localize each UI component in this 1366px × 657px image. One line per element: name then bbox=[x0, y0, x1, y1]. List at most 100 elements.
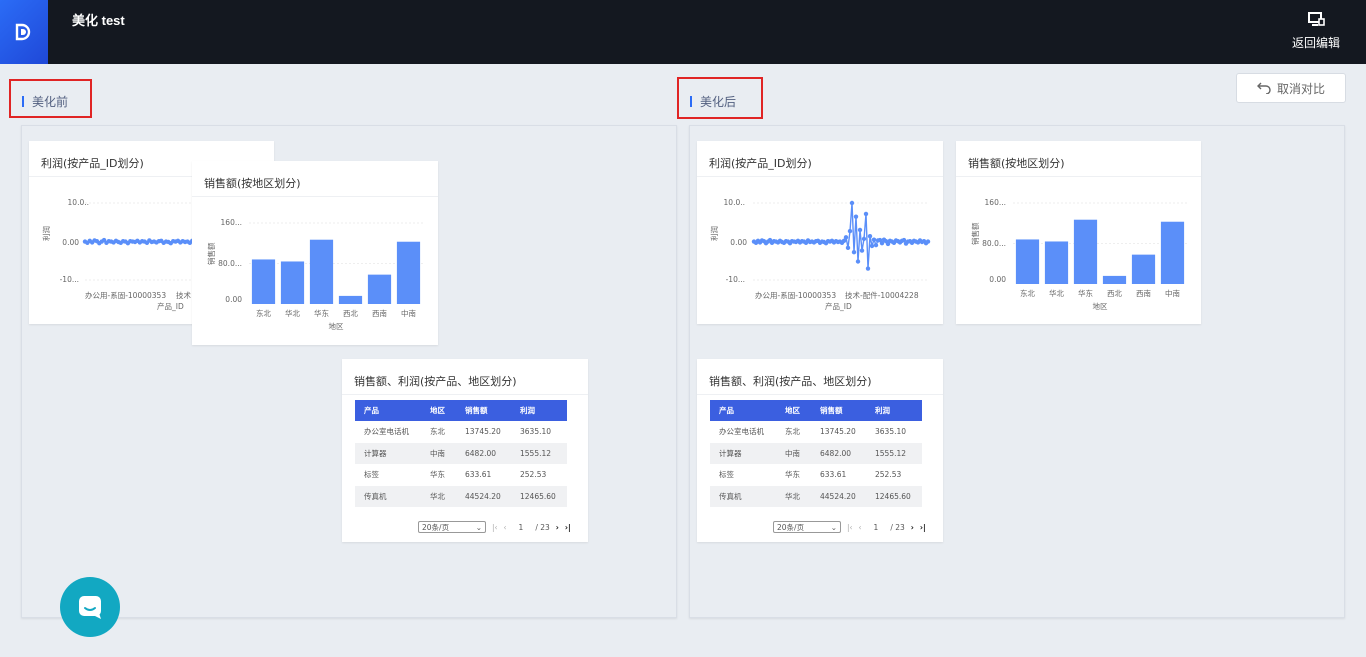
sales-x-label: 地区 bbox=[1093, 301, 1109, 311]
sales-chart-card[interactable]: 销售额(按地区划分) 东北 华北 华东 西北 西南 中南 160... 80.0... 0… bbox=[192, 161, 438, 345]
profit-chart: 10.0.. 0.00 -10... 利润 办公用-系固-10000353 技术… bbox=[709, 198, 931, 311]
profit-point[interactable] bbox=[869, 243, 875, 249]
table-cell: 办公室电话机 bbox=[364, 427, 409, 437]
prev-page-icon[interactable]: ‹ bbox=[859, 523, 862, 532]
sales-y-tick: 80.0... bbox=[982, 239, 1006, 248]
x-tick-label: 西北 bbox=[343, 309, 358, 318]
bar-西北[interactable] bbox=[338, 295, 363, 304]
bar-华北[interactable] bbox=[1044, 241, 1069, 284]
cancel-compare-button[interactable]: 取消对比 bbox=[1236, 73, 1346, 103]
last-page-icon[interactable]: ›| bbox=[920, 523, 926, 532]
table-cell: 13745.20 bbox=[465, 427, 501, 437]
next-page-icon[interactable]: › bbox=[556, 523, 559, 532]
profit-point[interactable] bbox=[855, 259, 861, 264]
header-cell[interactable]: 利润 bbox=[875, 405, 922, 416]
table-cell: 12465.60 bbox=[875, 491, 911, 501]
table-cell: 1555.12 bbox=[875, 448, 907, 458]
sales-y-tick: 0.00 bbox=[225, 295, 242, 304]
bar-西南[interactable] bbox=[367, 274, 392, 304]
header-cell[interactable]: 地区 bbox=[785, 405, 820, 416]
prev-page-icon[interactable]: ‹ bbox=[504, 523, 507, 532]
profit-chart-card[interactable]: 利润(按产品_ID划分) 10.0.. 0.00 -10... 利润 办公用-系… bbox=[697, 141, 943, 324]
profit-y-tick: -10... bbox=[726, 275, 745, 284]
last-page-icon[interactable]: ›| bbox=[565, 523, 571, 532]
table-cell: 44524.20 bbox=[820, 491, 856, 501]
header-cell[interactable]: 利润 bbox=[520, 405, 567, 416]
table-cell: 计算器 bbox=[719, 448, 742, 458]
bar-东北[interactable] bbox=[1015, 239, 1040, 284]
profit-point[interactable] bbox=[859, 248, 865, 253]
x-tick-label: 中南 bbox=[1165, 288, 1181, 298]
profit-point[interactable] bbox=[857, 227, 863, 233]
profit-point[interactable] bbox=[873, 242, 879, 248]
table-card[interactable]: 销售额、利润(按产品、地区划分) 产品 地区 销售额 利润 办公室电话机 东北 … bbox=[342, 359, 588, 542]
table-cell: 44524.20 bbox=[465, 491, 501, 501]
back-to-edit-button[interactable]: 返回编辑 bbox=[1288, 12, 1344, 51]
brand-logo-icon[interactable] bbox=[0, 0, 48, 64]
profit-point[interactable] bbox=[867, 233, 873, 239]
first-page-icon[interactable]: |‹ bbox=[492, 523, 498, 532]
profit-point[interactable] bbox=[851, 249, 857, 255]
header-cell[interactable]: 产品 bbox=[710, 405, 785, 416]
sales-chart-card[interactable]: 销售额(按地区划分) 东北 华北 华东 西北 西南 中南 160... 80.0... 0… bbox=[956, 141, 1201, 324]
profit-point[interactable] bbox=[847, 228, 853, 234]
header-cell[interactable]: 销售额 bbox=[820, 405, 875, 416]
next-page-icon[interactable]: › bbox=[911, 523, 914, 532]
sales-y-label: 销售额 bbox=[206, 242, 216, 265]
x-tick-label: 东北 bbox=[1020, 288, 1036, 298]
profit-point[interactable] bbox=[871, 237, 877, 242]
sales-y-tick: 160... bbox=[985, 198, 1006, 207]
bar-西南[interactable] bbox=[1131, 254, 1156, 284]
sales-y-tick: 160... bbox=[221, 218, 242, 227]
profit-point[interactable] bbox=[845, 245, 851, 251]
profit-x-label: 产品_ID bbox=[825, 301, 852, 311]
header-cell[interactable]: 地区 bbox=[430, 405, 465, 416]
table-cell: 633.61 bbox=[465, 470, 492, 480]
first-page-icon[interactable]: |‹ bbox=[847, 523, 853, 532]
bar-华东[interactable] bbox=[309, 239, 334, 304]
bar-中南[interactable] bbox=[396, 241, 421, 304]
table-cell: 华北 bbox=[430, 491, 445, 501]
header-cell[interactable]: 产品 bbox=[355, 405, 430, 416]
profit-point[interactable] bbox=[843, 235, 849, 240]
profit-point[interactable] bbox=[863, 211, 869, 217]
profit-point[interactable] bbox=[925, 239, 931, 244]
bar-华东[interactable] bbox=[1073, 219, 1098, 284]
profit-point[interactable] bbox=[865, 266, 871, 271]
table-cell: 标签 bbox=[364, 470, 379, 480]
before-highlight-box bbox=[9, 79, 92, 118]
profit-point[interactable] bbox=[849, 200, 855, 206]
bar-西北[interactable] bbox=[1102, 275, 1127, 284]
page-number-input[interactable]: 1 bbox=[874, 523, 879, 532]
monitor-edit-icon bbox=[1308, 12, 1325, 26]
bar-华北[interactable] bbox=[280, 261, 305, 304]
page-number-input[interactable]: 1 bbox=[519, 523, 524, 532]
app-title: 美化 test bbox=[72, 13, 125, 28]
table-row: 传真机 华北 44524.20 12465.60 bbox=[710, 485, 922, 507]
data-table: 产品 地区 销售额 利润 办公室电话机 东北 13745.20 3635.10 … bbox=[710, 400, 922, 507]
chat-support-button[interactable] bbox=[60, 577, 120, 637]
total-pages: / 23 bbox=[890, 522, 905, 532]
page-size-select[interactable]: 20条/页 ⌄ bbox=[418, 521, 486, 533]
cancel-compare-label: 取消对比 bbox=[1276, 81, 1325, 96]
chat-icon bbox=[79, 596, 101, 619]
table-cell: 华东 bbox=[430, 470, 445, 480]
table-cell: 中南 bbox=[430, 448, 445, 458]
after-highlight-box bbox=[677, 77, 763, 119]
bar-中南[interactable] bbox=[1160, 221, 1185, 284]
bar-东北[interactable] bbox=[251, 259, 276, 304]
table-cell: 中南 bbox=[785, 448, 800, 458]
profit-x-label: 产品_ID bbox=[157, 301, 184, 311]
profit-point[interactable] bbox=[861, 236, 867, 242]
header-cell[interactable]: 销售额 bbox=[465, 405, 520, 416]
table-row: 标签 华东 633.61 252.53 bbox=[710, 464, 922, 486]
table-card[interactable]: 销售额、利润(按产品、地区划分) 产品 地区 销售额 利润 办公室电话机 东北 … bbox=[697, 359, 943, 542]
page-size-select[interactable]: 20条/页 ⌄ bbox=[773, 521, 841, 533]
profit-point[interactable] bbox=[853, 214, 859, 219]
divider bbox=[697, 394, 943, 395]
sales-chart: 东北 华北 华东 西北 西南 中南 160... 80.0... 0.00 销售额 地区 bbox=[970, 198, 1187, 311]
profit-x-tick: 技术-配件-10004228 bbox=[845, 290, 919, 300]
table-cell: 办公室电话机 bbox=[719, 427, 764, 437]
table-header: 产品 地区 销售额 利润 bbox=[710, 400, 922, 421]
table-cell: 12465.60 bbox=[520, 491, 556, 501]
